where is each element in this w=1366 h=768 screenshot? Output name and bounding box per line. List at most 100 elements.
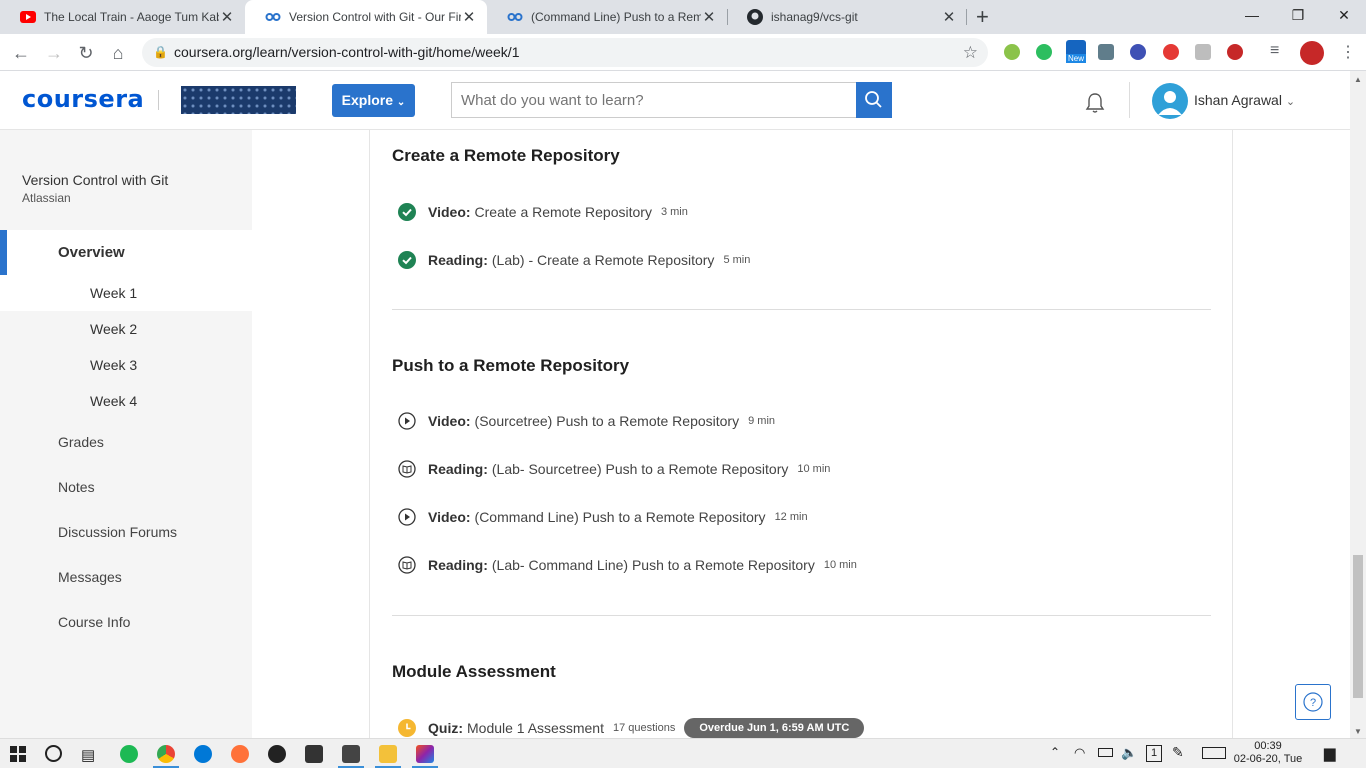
system-clock[interactable]: 00:39 02-06-20, Tue <box>1228 740 1308 766</box>
tab-title: The Local Train - Aaoge Tum Kab <box>44 10 219 24</box>
bookmark-star-icon[interactable]: ☆ <box>963 38 978 67</box>
svg-text:?: ? <box>1310 697 1316 709</box>
page-scrollbar[interactable]: ▲ ▼ <box>1350 71 1366 738</box>
task-view-icon[interactable]: ▤ <box>81 746 95 764</box>
reload-icon[interactable]: ↻ <box>73 40 99 66</box>
back-icon[interactable]: ← <box>8 40 34 66</box>
list-item[interactable]: Video: (Command Line) Push to a Remote Re… <box>398 507 808 527</box>
search-input[interactable] <box>451 82 857 118</box>
logo-divider <box>158 90 159 110</box>
clock-date: 02-06-20, Tue <box>1233 753 1303 765</box>
close-tab-icon[interactable]: ✕ <box>701 8 717 26</box>
bittorrent-icon[interactable] <box>268 745 286 763</box>
forward-icon[interactable]: → <box>41 40 67 66</box>
tomato-ext-icon[interactable] <box>1227 44 1243 60</box>
restore-icon[interactable]: ❐ <box>1275 0 1321 30</box>
course-title[interactable]: Version Control with Git <box>22 172 168 188</box>
new-tab-button[interactable]: + <box>976 4 989 30</box>
tray-chevron-up-icon[interactable]: ⌃ <box>1050 745 1060 759</box>
sidebar-item-grades[interactable]: Grades <box>58 434 104 450</box>
sidebar-item-discussion-forums[interactable]: Discussion Forums <box>58 524 177 540</box>
edge-icon[interactable] <box>194 745 212 763</box>
sidebar-item-overview[interactable]: Overview <box>0 230 252 275</box>
browser-tab-youtube[interactable]: The Local Train - Aaoge Tum Kab ✕ <box>0 0 245 34</box>
check-circle-icon <box>398 203 416 221</box>
windows-start-icon[interactable] <box>10 746 26 762</box>
avatar[interactable] <box>1152 83 1188 119</box>
coursera-header: coursera Explore ⌄ Ishan Agrawal ⌄ <box>0 71 1350 130</box>
wifi-icon[interactable]: ◠ <box>1074 745 1085 761</box>
media-queue-icon[interactable]: ≡ <box>1270 42 1279 60</box>
list-item[interactable]: Reading: (Lab) - Create a Remote Reposito… <box>398 250 750 270</box>
search-button[interactable] <box>856 82 892 118</box>
bell-icon[interactable] <box>1083 91 1107 115</box>
sourcetree-icon[interactable] <box>416 745 434 763</box>
explore-button[interactable]: Explore ⌄ <box>332 84 415 117</box>
browser-tab-bar: The Local Train - Aaoge Tum Kab ✕ Versio… <box>0 0 1366 34</box>
close-tab-icon[interactable]: ✕ <box>219 8 235 26</box>
tab-title: (Command Line) Push to a Remo <box>531 10 701 24</box>
pen-icon[interactable]: ✎ <box>1172 744 1184 761</box>
sidebar-item-notes[interactable]: Notes <box>58 479 95 495</box>
list-item[interactable]: Video: (Sourcetree) Push to a Remote Repo… <box>398 411 775 431</box>
close-tab-icon[interactable]: ✕ <box>461 8 477 26</box>
keyboard-icon[interactable] <box>1202 747 1226 759</box>
store-icon[interactable] <box>305 745 323 763</box>
coursera-logo[interactable]: coursera <box>22 85 144 113</box>
new-ext-icon[interactable]: New <box>1066 40 1087 63</box>
home-icon[interactable]: ⌂ <box>105 40 131 66</box>
chrome-icon[interactable] <box>157 745 175 763</box>
nodejs-ext-icon[interactable] <box>1004 44 1020 60</box>
volume-icon[interactable]: 🔈 <box>1121 745 1137 761</box>
tab-title: ishanag9/vcs-git <box>771 10 858 24</box>
sidebar-item-course-info[interactable]: Course Info <box>58 614 130 630</box>
browser-tab-push-remote[interactable]: (Command Line) Push to a Remo ✕ <box>487 0 727 34</box>
chrome-menu-icon[interactable]: ⋮ <box>1340 42 1356 62</box>
scrollbar-thumb[interactable] <box>1353 555 1363 698</box>
user-menu[interactable]: Ishan Agrawal ⌄ <box>1194 92 1295 108</box>
scroll-down-icon[interactable]: ▼ <box>1354 727 1362 736</box>
sticky-notes-icon[interactable] <box>342 745 360 763</box>
font-ext-icon[interactable] <box>1195 44 1211 60</box>
list-item[interactable]: Reading: (Lab- Command Line) Push to a Re… <box>398 555 857 575</box>
week-content: Create a Remote Repository Video: Create … <box>369 130 1233 738</box>
browser-tab-version-control[interactable]: Version Control with Git - Our Fir ✕ <box>245 0 487 34</box>
battery-icon[interactable] <box>1098 748 1113 757</box>
adblock-ext-icon[interactable] <box>1163 44 1179 60</box>
sidebar-item-week-4[interactable]: Week 4 <box>0 383 252 419</box>
partner-banner-image[interactable] <box>181 86 296 114</box>
user-icon <box>1158 91 1182 115</box>
cortana-search-icon[interactable] <box>45 745 62 762</box>
action-center-icon[interactable]: ▆ <box>1324 744 1336 762</box>
play-circle-icon <box>398 508 416 526</box>
section-title: Module Assessment <box>392 662 556 681</box>
url-bar[interactable]: 🔒 coursera.org/learn/version-control-wit… <box>142 38 988 67</box>
sidebar-item-week-2[interactable]: Week 2 <box>0 311 252 347</box>
notification-count-icon[interactable]: 1 <box>1146 745 1162 762</box>
close-tab-icon[interactable]: ✕ <box>941 8 957 26</box>
firefox-icon[interactable] <box>231 745 249 763</box>
browser-tab-github[interactable]: ishanag9/vcs-git ✕ <box>727 0 967 34</box>
windows-taskbar: ▤ ⌃ ◠ 🔈 1 ✎ 00:39 02-06-20, Tue ▆ <box>0 738 1366 768</box>
coursera-icon <box>507 13 523 21</box>
check-circle-icon <box>398 251 416 269</box>
list-item[interactable]: Video: Create a Remote Repository 3 min <box>398 202 688 222</box>
profile-avatar-icon[interactable] <box>1300 41 1324 65</box>
list-item[interactable]: Reading: (Lab- Sourcetree) Push to a Remo… <box>398 459 830 479</box>
file-explorer-icon[interactable] <box>379 745 397 763</box>
sidebar-item-week-3[interactable]: Week 3 <box>0 347 252 383</box>
sidebar-item-messages[interactable]: Messages <box>58 569 122 585</box>
close-window-icon[interactable]: ✕ <box>1321 0 1366 30</box>
minimize-icon[interactable]: — <box>1229 0 1275 30</box>
screenshot-ext-icon[interactable] <box>1098 44 1114 60</box>
sidebar-item-week-1[interactable]: Week 1 <box>0 275 252 311</box>
spotify-icon[interactable] <box>120 745 138 763</box>
evernote-ext-icon[interactable] <box>1036 44 1052 60</box>
section-divider <box>392 309 1211 310</box>
list-item[interactable]: Quiz: Module 1 Assessment 17 questions Ove… <box>398 717 865 738</box>
owl-ext-icon[interactable] <box>1130 44 1146 60</box>
search-icon <box>865 91 882 108</box>
help-button[interactable]: ? <box>1295 684 1331 720</box>
github-icon <box>747 9 763 25</box>
scroll-up-icon[interactable]: ▲ <box>1354 75 1362 84</box>
